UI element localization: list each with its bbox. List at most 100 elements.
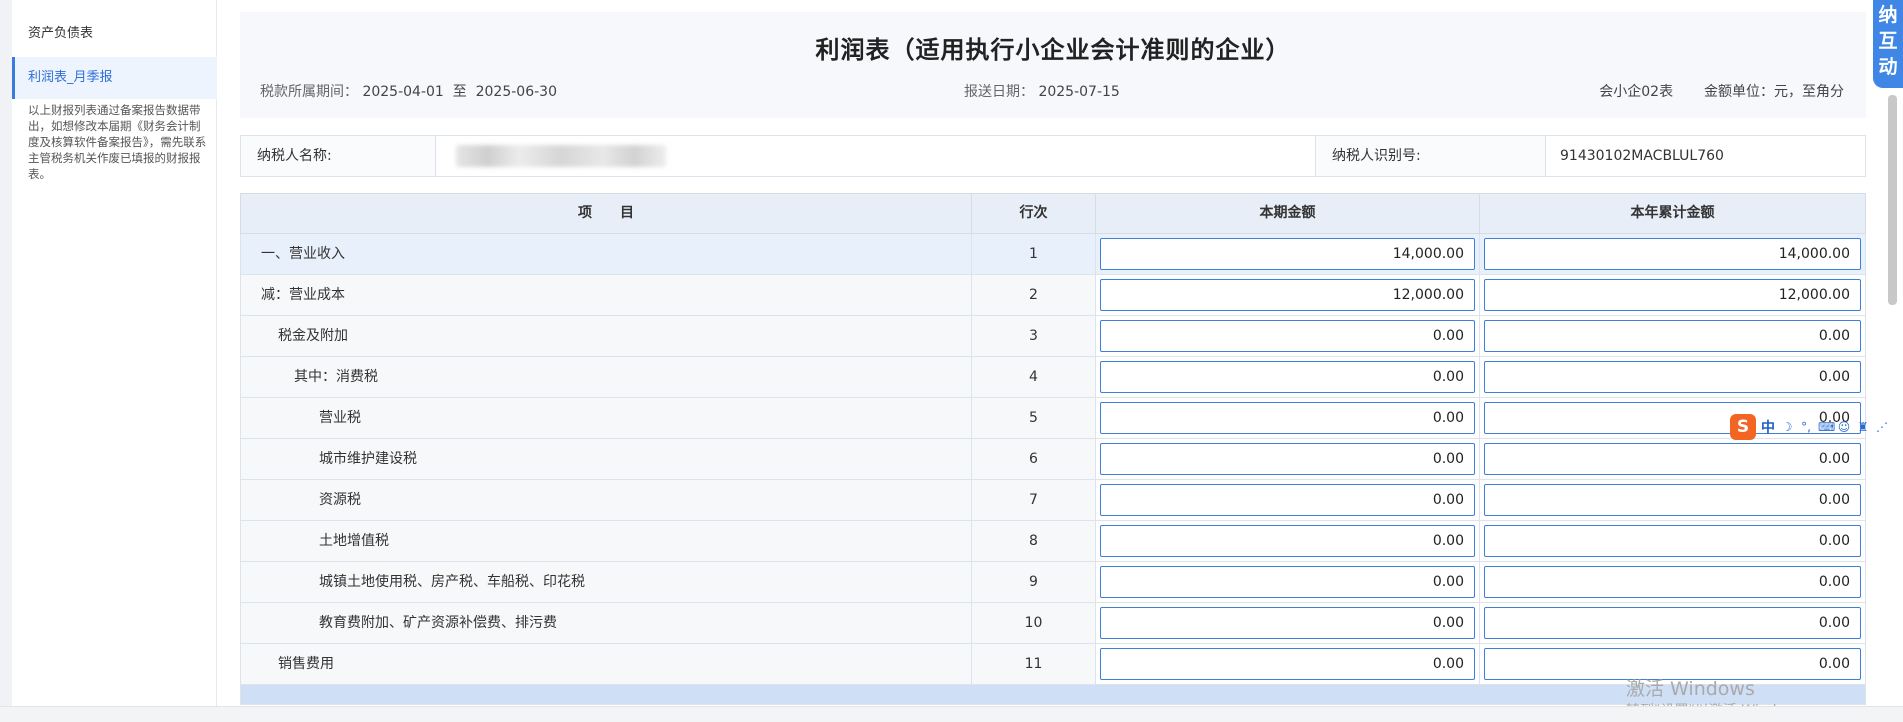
ytd-cell: 0.00	[1480, 480, 1865, 520]
windows-activation-watermark: 激活 Windows	[1626, 678, 1755, 700]
ytd-cell: 0.00	[1480, 603, 1865, 643]
ytd-cell: 0.00	[1480, 439, 1865, 479]
table-row: 教育费附加、矿产资源补偿费、排污费 10 0.00 0.00	[240, 603, 1866, 644]
row-no: 1	[972, 234, 1096, 274]
current-cell: 0.00	[1096, 521, 1480, 561]
row-item: 城镇土地使用税、房产税、车船税、印花税	[241, 562, 972, 602]
scrollbar[interactable]	[1888, 95, 1897, 305]
ytd-amount-input[interactable]: 0.00	[1484, 607, 1861, 639]
current-cell: 0.00	[1096, 398, 1480, 438]
current-amount-input[interactable]: 12,000.00	[1100, 279, 1475, 311]
more-icon[interactable]: ⋰	[1875, 420, 1889, 434]
tax-period-value: 2025-04-01 至 2025-06-30	[362, 84, 557, 100]
taxpayer-id-label: 纳税人识别号:	[1316, 136, 1546, 176]
current-amount-input[interactable]: 0.00	[1100, 525, 1475, 557]
row-no: 2	[972, 275, 1096, 315]
report-date: 报送日期： 2025-07-15	[964, 81, 1120, 101]
current-amount-input[interactable]: 0.00	[1100, 320, 1475, 352]
app-window: 资产负债表 利润表_月季报 以上财报列表通过备案报告数据带出，如想修改本届期《财…	[0, 0, 1903, 722]
current-cell: 0.00	[1096, 603, 1480, 643]
table-row: 城镇土地使用税、房产税、车船税、印花税 9 0.00 0.00	[240, 562, 1866, 603]
amount-unit: 金额单位：元，至角分	[1704, 84, 1844, 100]
current-amount-input[interactable]: 0.00	[1100, 566, 1475, 598]
current-cell: 0.00	[1096, 439, 1480, 479]
row-item: 减：营业成本	[241, 275, 972, 315]
ytd-amount-input[interactable]: 0.00	[1484, 484, 1861, 516]
keyboard-icon[interactable]: ⌨	[1818, 420, 1835, 434]
row-item: 税金及附加	[241, 316, 972, 356]
col-row-no: 行次	[972, 194, 1096, 233]
row-no: 9	[972, 562, 1096, 602]
ytd-amount-input[interactable]: 0.00	[1484, 361, 1861, 393]
table-row: 一、营业收入 1 14,000.00 14,000.00	[240, 234, 1866, 275]
income-statement-table: 项 目 行次 本期金额 本年累计金额 一、营业收入 1 14,000.00 14…	[240, 193, 1866, 705]
row-no: 3	[972, 316, 1096, 356]
current-cell: 12,000.00	[1096, 275, 1480, 315]
current-cell: 0.00	[1096, 562, 1480, 602]
sogou-logo-icon[interactable]: S	[1730, 414, 1756, 440]
table-row-partial	[240, 685, 1866, 705]
taxpayer-name-value	[436, 136, 1316, 176]
table-row: 销售费用 11 0.00 0.00	[240, 644, 1866, 685]
ytd-amount-input[interactable]: 0.00	[1484, 525, 1861, 557]
col-ytd: 本年累计金额	[1630, 205, 1715, 221]
sidebar-note: 以上财报列表通过备案报告数据带出，如想修改本届期《财务会计制度及核算软件备案报告…	[28, 103, 207, 181]
current-cell: 0.00	[1096, 357, 1480, 397]
ime-mode-toggle[interactable]: 中	[1761, 417, 1775, 437]
taxpayer-name-label: 纳税人名称:	[241, 136, 436, 176]
current-cell: 0.00	[1096, 316, 1480, 356]
row-no: 4	[972, 357, 1096, 397]
tax-period: 税款所属期间： 2025-04-01 至 2025-06-30	[260, 81, 557, 101]
sidebar: 资产负债表 利润表_月季报 以上财报列表通过备案报告数据带出，如想修改本届期《财…	[12, 0, 217, 706]
tax-period-label: 税款所属期间：	[260, 84, 358, 100]
current-amount-input[interactable]: 0.00	[1100, 484, 1475, 516]
row-item: 一、营业收入	[241, 234, 972, 274]
ytd-amount-input[interactable]: 0.00	[1484, 566, 1861, 598]
current-amount-input[interactable]: 0.00	[1100, 648, 1475, 680]
current-amount-input[interactable]: 0.00	[1100, 402, 1475, 434]
table-row: 资源税 7 0.00 0.00	[240, 480, 1866, 521]
ytd-cell: 0.00	[1480, 316, 1865, 356]
taxpayer-info: 纳税人名称: 纳税人识别号: 91430102MACBLUL760	[240, 135, 1866, 177]
current-amount-input[interactable]: 0.00	[1100, 607, 1475, 639]
row-item: 土地增值税	[241, 521, 972, 561]
punctuation-icon[interactable]: °,	[1799, 420, 1813, 434]
ytd-amount-input[interactable]: 14,000.00	[1484, 238, 1861, 270]
bottom-scrollbar[interactable]	[0, 706, 1903, 722]
table-row: 减：营业成本 2 12,000.00 12,000.00	[240, 275, 1866, 316]
sidebar-item-balance-sheet[interactable]: 资产负债表	[12, 24, 217, 44]
row-item: 营业税	[241, 398, 972, 438]
current-amount-input[interactable]: 14,000.00	[1100, 238, 1475, 270]
current-cell: 0.00	[1096, 480, 1480, 520]
row-item: 城市维护建设税	[241, 439, 972, 479]
ytd-amount-input[interactable]: 0.00	[1484, 320, 1861, 352]
col-item: 项 目	[241, 194, 972, 233]
user-icon[interactable]: ☺	[1837, 420, 1851, 434]
row-item: 其中：消费税	[241, 357, 972, 397]
current-amount-input[interactable]: 0.00	[1100, 361, 1475, 393]
row-no: 7	[972, 480, 1096, 520]
moon-icon[interactable]: ☽	[1780, 420, 1794, 434]
current-cell: 0.00	[1096, 644, 1480, 684]
row-no: 10	[972, 603, 1096, 643]
sidebar-item-income-statement[interactable]: 利润表_月季报	[12, 57, 217, 99]
skin-icon[interactable]: ♜	[1856, 420, 1870, 434]
table-row: 其中：消费税 4 0.00 0.00	[240, 357, 1866, 398]
table-header: 项 目 行次 本期金额 本年累计金额	[240, 193, 1866, 234]
interaction-float-button[interactable]: 纳互动	[1873, 0, 1903, 88]
current-cell: 14,000.00	[1096, 234, 1480, 274]
row-no: 11	[972, 644, 1096, 684]
row-no: 8	[972, 521, 1096, 561]
table-row: 城市维护建设税 6 0.00 0.00	[240, 439, 1866, 480]
ytd-cell: 14,000.00	[1480, 234, 1865, 274]
current-amount-input[interactable]: 0.00	[1100, 443, 1475, 475]
row-item: 教育费附加、矿产资源补偿费、排污费	[241, 603, 972, 643]
ytd-cell: 12,000.00	[1480, 275, 1865, 315]
table-row: 营业税 5 0.00 0.00	[240, 398, 1866, 439]
ytd-cell: 0.00	[1480, 521, 1865, 561]
table-row: 税金及附加 3 0.00 0.00	[240, 316, 1866, 357]
ytd-amount-input[interactable]: 12,000.00	[1484, 279, 1861, 311]
page-title: 利润表（适用执行小企业会计准则的企业）	[815, 36, 1291, 64]
report-date-label: 报送日期：	[964, 84, 1034, 100]
ytd-amount-input[interactable]: 0.00	[1484, 443, 1861, 475]
